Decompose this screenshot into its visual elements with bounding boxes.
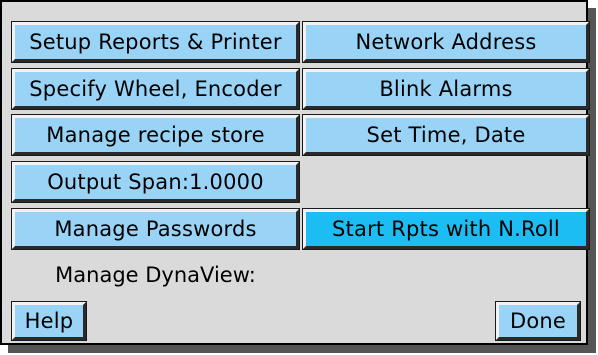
blink-alarms-button[interactable]: Blink Alarms xyxy=(302,68,590,110)
specify-wheel-encoder-button[interactable]: Specify Wheel, Encoder xyxy=(11,68,300,110)
done-button[interactable]: Done xyxy=(495,301,581,341)
network-address-button[interactable]: Network Address xyxy=(302,21,590,63)
output-span-button[interactable]: Output Span:1.0000 xyxy=(11,161,300,203)
manage-passwords-button[interactable]: Manage Passwords xyxy=(11,208,300,250)
manage-dynaview-label: Manage DynaView: xyxy=(55,263,256,287)
help-button[interactable]: Help xyxy=(11,301,87,341)
manage-recipe-store-button[interactable]: Manage recipe store xyxy=(11,114,300,156)
settings-panel: Setup Reports & Printer Specify Wheel, E… xyxy=(0,0,590,345)
setup-reports-printer-button[interactable]: Setup Reports & Printer xyxy=(11,21,300,63)
set-time-date-button[interactable]: Set Time, Date xyxy=(302,114,590,156)
start-rpts-with-nroll-button[interactable]: Start Rpts with N.Roll xyxy=(302,208,590,250)
